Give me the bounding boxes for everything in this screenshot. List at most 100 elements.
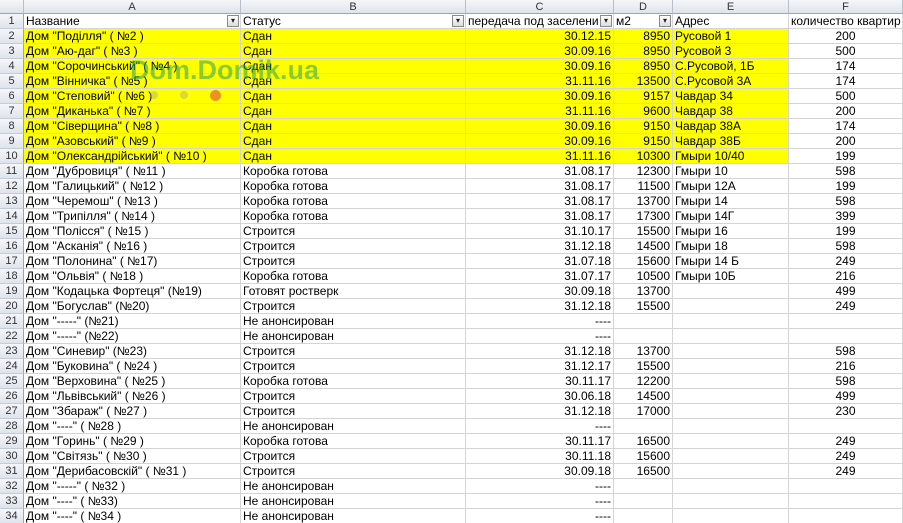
row-number[interactable]: 2 [0, 29, 24, 44]
cell-name[interactable]: Дом "Львівський" ( №26 ) [24, 389, 241, 404]
cell-name[interactable]: Дом "----" ( №28 ) [24, 419, 241, 434]
cell-date[interactable]: 31.12.18 [466, 239, 614, 254]
cell-area[interactable]: 10300 [614, 149, 673, 164]
cell-flats[interactable]: 500 [789, 89, 903, 104]
cell-date[interactable]: 31.07.17 [466, 269, 614, 284]
row-number[interactable]: 24 [0, 359, 24, 374]
cell-date[interactable]: 31.12.18 [466, 299, 614, 314]
row-number[interactable]: 16 [0, 239, 24, 254]
cell-status[interactable]: Сдан [241, 59, 466, 74]
cell-area[interactable]: 9600 [614, 104, 673, 119]
cell-address[interactable] [673, 374, 789, 389]
cell-flats[interactable] [789, 479, 903, 494]
cell-address[interactable] [673, 344, 789, 359]
row-number[interactable]: 18 [0, 269, 24, 284]
cell-flats[interactable] [789, 419, 903, 434]
row-number[interactable]: 1 [0, 14, 24, 29]
cell-date[interactable]: ---- [466, 329, 614, 344]
row-number[interactable]: 21 [0, 314, 24, 329]
cell-flats[interactable]: 216 [789, 269, 903, 284]
cell-area[interactable]: 8950 [614, 44, 673, 59]
cell-date[interactable]: ---- [466, 509, 614, 523]
cell-area[interactable]: 13500 [614, 74, 673, 89]
filter-dropdown-icon[interactable]: ▾ [452, 15, 464, 27]
row-number[interactable]: 8 [0, 119, 24, 134]
header-cell-name[interactable]: Название ▾ [24, 14, 241, 29]
row-number[interactable]: 34 [0, 509, 24, 523]
row-number[interactable]: 32 [0, 479, 24, 494]
row-number[interactable]: 30 [0, 449, 24, 464]
cell-name[interactable]: Дом "Синевир" (№23) [24, 344, 241, 359]
cell-status[interactable]: Не анонсирован [241, 509, 466, 523]
cell-area[interactable]: 15500 [614, 299, 673, 314]
column-header-c[interactable]: C [466, 0, 614, 14]
cell-date[interactable]: 31.12.18 [466, 404, 614, 419]
cell-date[interactable]: 31.11.16 [466, 74, 614, 89]
cell-name[interactable]: Дом "Полонина" ( №17) [24, 254, 241, 269]
cell-flats[interactable]: 399 [789, 209, 903, 224]
cell-address[interactable]: Гмыри 14Г [673, 209, 789, 224]
cell-date[interactable]: 30.09.18 [466, 464, 614, 479]
row-number[interactable]: 27 [0, 404, 24, 419]
cell-area[interactable] [614, 494, 673, 509]
cell-area[interactable] [614, 509, 673, 523]
cell-flats[interactable]: 249 [789, 254, 903, 269]
cell-area[interactable]: 9157 [614, 89, 673, 104]
cell-flats[interactable] [789, 329, 903, 344]
cell-flats[interactable]: 174 [789, 59, 903, 74]
cell-date[interactable]: 31.11.16 [466, 149, 614, 164]
cell-address[interactable]: С.Русовой, 1Б [673, 59, 789, 74]
cell-name[interactable]: Дом "----" ( №34 ) [24, 509, 241, 523]
cell-name[interactable]: Дом "Ольвія" ( №18 ) [24, 269, 241, 284]
row-number[interactable]: 29 [0, 434, 24, 449]
cell-name[interactable]: Дом "-----" (№22) [24, 329, 241, 344]
cell-flats[interactable] [789, 314, 903, 329]
cell-flats[interactable]: 200 [789, 104, 903, 119]
cell-date[interactable]: ---- [466, 419, 614, 434]
cell-name[interactable]: Дом "Поділля" ( №2 ) [24, 29, 241, 44]
header-cell-status[interactable]: Статус ▾ [241, 14, 466, 29]
cell-area[interactable]: 13700 [614, 284, 673, 299]
row-number[interactable]: 31 [0, 464, 24, 479]
cell-address[interactable] [673, 329, 789, 344]
column-header-a[interactable]: A [24, 0, 241, 14]
cell-flats[interactable]: 199 [789, 179, 903, 194]
cell-flats[interactable]: 174 [789, 74, 903, 89]
row-number[interactable]: 11 [0, 164, 24, 179]
row-number[interactable]: 10 [0, 149, 24, 164]
cell-name[interactable]: Дом "Горинь" ( №29 ) [24, 434, 241, 449]
cell-name[interactable]: Дом "Дубровиця" ( №11 ) [24, 164, 241, 179]
cell-address[interactable]: Гмыри 18 [673, 239, 789, 254]
cell-date[interactable]: ---- [466, 494, 614, 509]
cell-flats[interactable]: 249 [789, 464, 903, 479]
cell-flats[interactable]: 199 [789, 224, 903, 239]
column-header-d[interactable]: D [614, 0, 673, 14]
cell-name[interactable]: Дом "Кодацька Фортеця" (№19) [24, 284, 241, 299]
cell-status[interactable]: Сдан [241, 119, 466, 134]
cell-area[interactable]: 17300 [614, 209, 673, 224]
cell-status[interactable]: Готовят ростверк [241, 284, 466, 299]
cell-date[interactable]: 31.10.17 [466, 224, 614, 239]
filter-dropdown-icon[interactable]: ▾ [227, 15, 239, 27]
cell-flats[interactable]: 216 [789, 359, 903, 374]
cell-address[interactable]: Гмыри 16 [673, 224, 789, 239]
cell-flats[interactable]: 249 [789, 299, 903, 314]
cell-date[interactable]: 30.11.17 [466, 434, 614, 449]
cell-address[interactable] [673, 389, 789, 404]
row-number[interactable]: 7 [0, 104, 24, 119]
cell-status[interactable]: Сдан [241, 74, 466, 89]
cell-address[interactable]: Чавдар 38 [673, 104, 789, 119]
cell-date[interactable]: 31.12.17 [466, 359, 614, 374]
cell-status[interactable]: Коробка готова [241, 194, 466, 209]
row-number[interactable]: 23 [0, 344, 24, 359]
cell-date[interactable]: 30.09.16 [466, 89, 614, 104]
cell-area[interactable] [614, 314, 673, 329]
cell-flats[interactable]: 598 [789, 374, 903, 389]
cell-date[interactable]: 31.07.18 [466, 254, 614, 269]
cell-flats[interactable]: 174 [789, 119, 903, 134]
cell-name[interactable]: Дом "-----" ( №32 ) [24, 479, 241, 494]
cell-status[interactable]: Сдан [241, 134, 466, 149]
header-cell-flats[interactable]: количество квартир [789, 14, 903, 29]
filter-dropdown-icon[interactable]: ▾ [659, 15, 671, 27]
column-header-b[interactable]: B [241, 0, 466, 14]
